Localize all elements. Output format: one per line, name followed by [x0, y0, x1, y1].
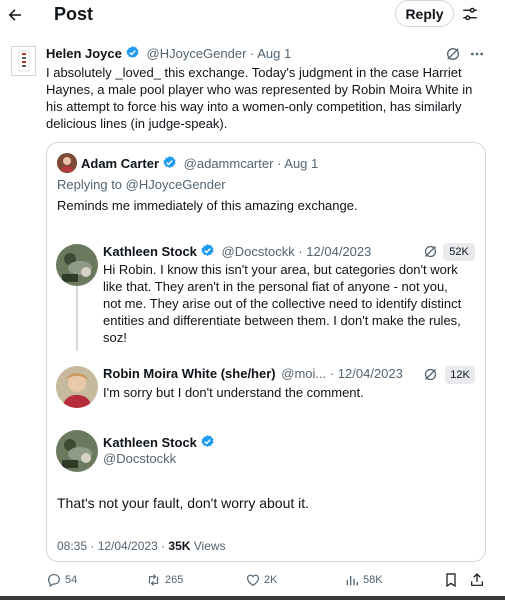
author-avatar[interactable]: [11, 46, 36, 76]
like-action[interactable]: 2K: [245, 572, 277, 588]
reply-count: 54: [65, 574, 78, 586]
page-title: Post: [54, 4, 94, 24]
grok-icon: [423, 244, 438, 259]
reply-icon: [46, 572, 62, 588]
author-handle[interactable]: @HJoyceGender: [147, 46, 247, 61]
bookmark-icon[interactable]: [443, 572, 459, 588]
msg1-author-name: Kathleen Stock: [103, 244, 197, 259]
thread-avatar-2: [56, 366, 98, 408]
grok-icon[interactable]: [445, 46, 461, 62]
quote-author-handle[interactable]: @adammcarter: [184, 156, 274, 171]
msg2-views-badge: 12K: [445, 366, 475, 384]
views-action[interactable]: 58K: [344, 572, 383, 588]
msg2-date: · 12/04/2023: [329, 366, 403, 381]
post-date[interactable]: · Aug 1: [250, 46, 291, 61]
msg3-author-name: Kathleen Stock: [103, 435, 197, 450]
post-text: I absolutely _loved_ this exchange. Toda…: [46, 65, 473, 131]
msg1-views: 52K: [449, 246, 469, 258]
verified-badge-icon: [125, 45, 140, 60]
thread-avatar-3: [56, 430, 98, 472]
like-count: 2K: [264, 574, 278, 586]
msg2-header: Robin Moira White (she/her) @moi... · 12…: [103, 366, 403, 382]
more-icon[interactable]: [469, 46, 485, 62]
verified-badge-icon: [162, 155, 177, 170]
back-arrow-icon[interactable]: [4, 4, 26, 26]
msg1-header: Kathleen Stock @Docstockk · 12/04/2023: [103, 243, 371, 260]
replying-prefix: Replying to: [57, 177, 126, 192]
repost-icon: [145, 572, 162, 588]
quote-date[interactable]: · Aug 1: [277, 156, 318, 171]
quote-author-name[interactable]: Adam Carter: [81, 156, 159, 171]
reply-action[interactable]: 54: [46, 572, 77, 588]
like-icon: [245, 572, 261, 588]
grok-icon: [423, 367, 438, 382]
share-icon[interactable]: [469, 572, 485, 588]
bottom-bar: [0, 596, 505, 600]
msg3-author-handle: @Docstockk: [103, 451, 177, 466]
reply-button-label: Reply: [405, 5, 444, 22]
msg2-views: 12K: [450, 369, 470, 381]
repost-count: 265: [165, 574, 184, 586]
msg1-text: Hi Robin. I know this isn't your area, b…: [103, 262, 462, 345]
repost-action[interactable]: 265: [145, 572, 183, 588]
replying-to: Replying to @HJoyceGender: [57, 177, 226, 193]
msg3-time: 08:35 · 12/04/2023 ·: [57, 539, 169, 553]
msg3-author-row: Kathleen Stock: [103, 434, 215, 451]
quote-avatar: [57, 153, 77, 173]
msg3-text: That's not your fault, don't worry about…: [57, 495, 310, 511]
views-count: 58K: [363, 574, 383, 586]
quote-text: Reminds me immediately of this amazing e…: [57, 198, 358, 213]
msg1-date: · 12/04/2023: [298, 244, 372, 259]
msg1-views-badge: 52K: [443, 243, 475, 261]
thread-avatar-1: [56, 244, 98, 286]
verified-badge-icon: [200, 243, 215, 258]
views-icon: [344, 572, 360, 588]
thread-line: [76, 276, 78, 351]
author-name[interactable]: Helen Joyce: [46, 46, 122, 61]
msg2-author-name: Robin Moira White (she/her): [103, 366, 276, 381]
book-cover-icon: [18, 50, 29, 72]
reply-button[interactable]: Reply: [395, 0, 454, 27]
quote-header: Adam Carter @adammcarter · Aug 1: [81, 155, 318, 172]
msg1-author-handle: @Docstockk: [221, 244, 295, 259]
msg2-author-handle: @moi...: [281, 366, 327, 381]
filter-sliders-icon[interactable]: [460, 4, 480, 24]
post-header: Helen Joyce @HJoyceGender · Aug 1: [46, 45, 291, 62]
verified-badge-icon: [200, 434, 215, 449]
msg3-meta: 08:35 · 12/04/2023 · 35K Views: [57, 538, 226, 554]
msg3-views-count: 35K: [168, 539, 191, 553]
msg2-text: I'm sorry but I don't understand the com…: [103, 385, 364, 400]
replying-handle[interactable]: @HJoyceGender: [126, 177, 226, 192]
msg3-views-label: Views: [190, 539, 226, 553]
